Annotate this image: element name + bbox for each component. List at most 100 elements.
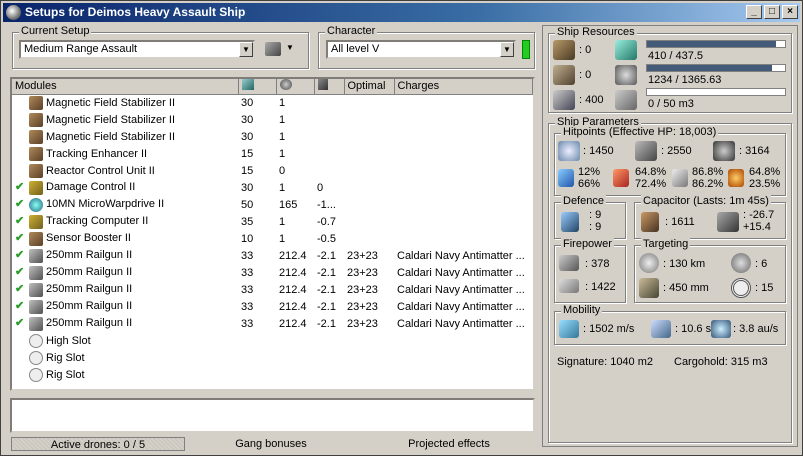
title-bar[interactable]: Setups for Deimos Heavy Assault Ship _ □… (3, 3, 800, 22)
gang-bonuses-button[interactable]: Gang bonuses (201, 437, 341, 451)
kinetic-resist-armor: 86.2% (692, 178, 724, 190)
powergrid-bar-fill (647, 65, 772, 71)
active-check-icon[interactable]: ✔ (15, 299, 29, 312)
module-row[interactable]: ✔ 250mm Railgun II 33 212.4 -2.1 23+23 Caldari… (12, 298, 533, 315)
cpu-value: 410 / 437.5 (648, 50, 704, 62)
active-check-icon[interactable]: ✔ (15, 180, 29, 193)
module-name: 250mm Railgun II (46, 283, 133, 296)
module-row[interactable]: Rig Slot (12, 366, 533, 383)
module-row[interactable]: ✔ Damage Control II 30 1 0 (12, 179, 533, 196)
module-row[interactable]: ✔ 10MN MicroWarpdrive II 50 165 -1... (12, 196, 533, 213)
rig-slot-icon (29, 350, 43, 365)
module-charges: Caldari Navy Antimatter ... (397, 283, 525, 296)
close-button[interactable]: × (782, 5, 798, 19)
module-row[interactable]: ✔ Tracking Computer II 35 1 -0.7 (12, 213, 533, 230)
signature-value: Signature: 1040 m2 (557, 356, 654, 368)
magnetic-field-icon (29, 95, 43, 110)
module-row[interactable]: ✔ 250mm Railgun II 33 212.4 -2.1 23+23 Caldari… (12, 281, 533, 298)
module-name: Tracking Computer II (46, 215, 149, 228)
active-check-icon[interactable]: ✔ (15, 282, 29, 295)
module-row[interactable]: High Slot (12, 332, 533, 349)
module-row[interactable]: Magnetic Field Stabilizer II 30 1 (12, 128, 533, 145)
capacitor-recharge-icon (717, 212, 739, 232)
modules-column-header[interactable]: Modules (12, 79, 239, 95)
capacitor-label: Capacitor (Lasts: 1m 45s) (641, 195, 771, 208)
module-optimal (344, 196, 394, 213)
module-capacitor: -2.1 (317, 300, 336, 313)
active-check-icon[interactable]: ✔ (15, 214, 29, 227)
active-check-icon[interactable]: ✔ (15, 231, 29, 244)
character-select-value: All level V (331, 43, 380, 55)
module-powergrid: 1 (279, 232, 286, 245)
module-powergrid: 1 (279, 181, 286, 194)
minimize-button[interactable]: _ (746, 5, 762, 19)
module-cpu: 33 (241, 249, 254, 262)
module-name: High Slot (46, 334, 91, 347)
capacitor-amount: : 1611 (665, 216, 695, 228)
setup-menu-arrow-icon[interactable]: ▼ (286, 43, 294, 52)
powergrid-bar (646, 64, 786, 72)
defence-group: Defence : 9 : 9 (554, 195, 626, 239)
module-charges (394, 162, 533, 179)
capacitor-column-header[interactable] (314, 79, 345, 95)
speed-value: : 1502 m/s (583, 323, 635, 335)
active-check-icon[interactable]: ✔ (15, 316, 29, 329)
capacitor-icon (317, 79, 328, 91)
setup-select[interactable]: Medium Range Assault ▼ (19, 40, 255, 59)
damage-control-icon (29, 180, 43, 195)
module-row[interactable]: Tracking Enhancer II 15 1 (12, 145, 533, 162)
launcher-hardpoint-icon (553, 65, 575, 85)
module-cell: ✔ 250mm Railgun II (12, 315, 238, 332)
module-powergrid: 1 (279, 113, 286, 126)
module-row[interactable]: ✔ 250mm Railgun II 33 212.4 -2.1 23+23 Caldari… (12, 315, 533, 332)
module-cell: Magnetic Field Stabilizer II (12, 111, 238, 128)
character-select[interactable]: All level V ▼ (326, 40, 516, 59)
module-optimal (344, 162, 394, 179)
module-optimal (344, 349, 394, 366)
notes-panel[interactable] (10, 398, 535, 433)
structure-hp-value: : 3164 (739, 145, 770, 157)
targeting-label: Targeting (641, 238, 691, 251)
setup-menu-icon[interactable] (265, 42, 281, 56)
module-charges (394, 196, 533, 213)
maximize-button[interactable]: □ (764, 5, 780, 19)
active-check-icon[interactable]: ✔ (15, 248, 29, 261)
projected-effects-button[interactable]: Projected effects (371, 437, 527, 451)
optimal-column-header[interactable]: Optimal (344, 79, 395, 95)
module-capacitor: -0.7 (317, 215, 336, 228)
powergrid-icon (615, 65, 637, 85)
module-row[interactable]: ✔ 250mm Railgun II 33 212.4 -2.1 23+23 Caldari… (12, 264, 533, 281)
module-name: Magnetic Field Stabilizer II (46, 96, 175, 109)
em-resist-armor: 66% (578, 178, 601, 190)
active-check-icon[interactable]: ✔ (15, 265, 29, 278)
microwarpdrive-icon (29, 197, 43, 212)
module-row[interactable]: Magnetic Field Stabilizer II 30 1 (12, 111, 533, 128)
module-powergrid: 1 (279, 215, 286, 228)
cargohold-value: Cargohold: 315 m3 (674, 356, 768, 368)
module-row[interactable]: Magnetic Field Stabilizer II 30 1 (12, 94, 533, 111)
warp-speed-icon (711, 320, 731, 338)
module-row[interactable]: Rig Slot (12, 349, 533, 366)
dps-icon (559, 255, 579, 271)
active-check-icon[interactable]: ✔ (15, 197, 29, 210)
module-capacitor (314, 332, 344, 349)
module-name: 10MN MicroWarpdrive II (46, 198, 165, 211)
active-drones-button[interactable]: Active drones: 0 / 5 (11, 437, 185, 451)
module-row[interactable]: Reactor Control Unit II 15 0 (12, 162, 533, 179)
module-row[interactable]: ✔ 250mm Railgun II 33 212.4 -2.1 23+23 Caldari… (12, 247, 533, 264)
charges-column-header[interactable]: Charges (394, 79, 533, 95)
module-powergrid: 212.4 (279, 283, 307, 296)
sensor-booster-icon (29, 231, 43, 246)
powergrid-column-header[interactable] (276, 79, 315, 95)
ship-parameters-group: Ship Parameters Hitpoints (Effective HP:… (548, 116, 792, 443)
module-capacitor: -1... (317, 198, 336, 211)
module-optimal: 23+23 (347, 300, 378, 313)
character-status-indicator (522, 40, 530, 59)
module-row[interactable]: ✔ Sensor Booster II 10 1 -0.5 (12, 230, 533, 247)
module-charges (394, 332, 533, 349)
targeting-group: Targeting : 130 km : 6 : 450 mm : 15 (634, 238, 786, 303)
module-powergrid (276, 366, 314, 383)
module-cpu: 30 (241, 181, 254, 194)
modules-list[interactable]: Modules Optimal Charges Magnetic Field S… (10, 77, 535, 391)
cpu-column-header[interactable] (238, 79, 277, 95)
